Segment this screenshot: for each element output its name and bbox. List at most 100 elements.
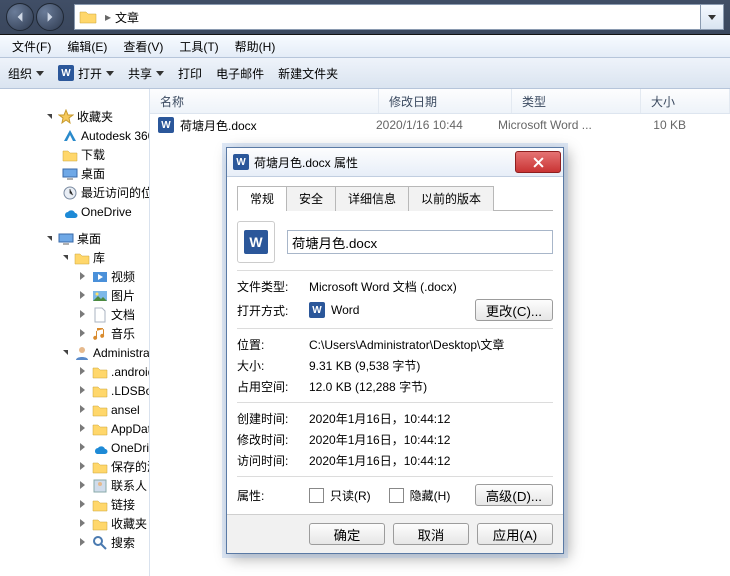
tab-details[interactable]: 详细信息 <box>335 186 409 211</box>
tree-downloads[interactable]: 下载 <box>40 145 149 164</box>
menu-bar: 文件(F) 编辑(E) 查看(V) 工具(T) 帮助(H) <box>0 35 730 58</box>
menu-file[interactable]: 文件(F) <box>6 36 57 57</box>
ok-button[interactable]: 确定 <box>309 523 385 545</box>
folder-icon <box>79 9 97 25</box>
chevron-down-icon <box>708 15 716 20</box>
tree-links[interactable]: 链接 <box>40 495 149 514</box>
tree-administrator[interactable]: Administrator <box>40 343 149 362</box>
filename-input[interactable] <box>287 230 553 254</box>
value-modified: 2020年1月16日，10:44:12 <box>309 431 553 448</box>
star-icon <box>58 109 74 125</box>
tree-ldsbox[interactable]: .LDSBoxHyperv <box>40 381 149 400</box>
dialog-titlebar[interactable]: W 荷塘月色.docx 属性 <box>227 148 563 177</box>
properties-dialog: W 荷塘月色.docx 属性 常规 安全 详细信息 以前的版本 W 文件类型:M… <box>226 147 564 554</box>
tree-onedrive[interactable]: OneDrive <box>40 202 149 221</box>
chevron-down-icon <box>156 71 164 76</box>
tree-music[interactable]: 音乐 <box>40 324 149 343</box>
toolbar: 组织 W打开 共享 打印 电子邮件 新建文件夹 <box>0 58 730 89</box>
toolbar-open[interactable]: W打开 <box>58 65 114 82</box>
tree-onedrive2[interactable]: OneDrive <box>40 438 149 457</box>
dialog-tabs: 常规 安全 详细信息 以前的版本 <box>237 185 553 211</box>
label-size: 大小: <box>237 357 309 374</box>
arrow-right-icon <box>44 11 56 23</box>
back-button[interactable] <box>6 3 34 31</box>
caret-icon <box>80 462 89 471</box>
col-date[interactable]: 修改日期 <box>379 89 512 113</box>
col-size[interactable]: 大小 <box>641 89 730 113</box>
label-location: 位置: <box>237 336 309 353</box>
dialog-footer: 确定 取消 应用(A) <box>227 514 563 553</box>
tree-savedgames[interactable]: 保存的游戏 <box>40 457 149 476</box>
libraries-icon <box>74 250 90 266</box>
close-button[interactable] <box>515 151 561 173</box>
label-openswith: 打开方式: <box>237 302 309 319</box>
menu-help[interactable]: 帮助(H) <box>229 36 282 57</box>
col-type[interactable]: 类型 <box>512 89 641 113</box>
breadcrumb-dropdown[interactable] <box>701 4 724 30</box>
cancel-button[interactable]: 取消 <box>393 523 469 545</box>
tree-videos[interactable]: 视频 <box>40 267 149 286</box>
tree-appdata[interactable]: AppData <box>40 419 149 438</box>
file-name: 荷塘月色.docx <box>180 117 376 134</box>
caret-icon <box>46 112 55 121</box>
value-size: 9.31 KB (9,538 字节) <box>309 357 553 374</box>
tree-pictures[interactable]: 图片 <box>40 286 149 305</box>
change-button[interactable]: 更改(C)... <box>475 299 553 321</box>
tree-desktop-root[interactable]: 桌面 <box>40 229 149 248</box>
menu-tools[interactable]: 工具(T) <box>173 36 224 57</box>
tree-favorites[interactable]: 收藏夹 <box>40 107 149 126</box>
toolbar-newfolder[interactable]: 新建文件夹 <box>278 65 338 82</box>
autodesk-icon <box>62 128 78 144</box>
desktop-icon <box>62 166 78 182</box>
toolbar-share[interactable]: 共享 <box>128 65 164 82</box>
forward-button[interactable] <box>36 3 64 31</box>
tab-security[interactable]: 安全 <box>286 186 336 211</box>
tree-favorites2[interactable]: 收藏夹 <box>40 514 149 533</box>
value-filetype: Microsoft Word 文档 (.docx) <box>309 278 553 295</box>
col-name[interactable]: 名称 <box>150 89 379 113</box>
readonly-checkbox[interactable] <box>309 488 324 503</box>
tree-documents[interactable]: 文档 <box>40 305 149 324</box>
tab-general[interactable]: 常规 <box>237 186 287 211</box>
tree-libraries[interactable]: 库 <box>40 248 149 267</box>
menu-view[interactable]: 查看(V) <box>117 36 169 57</box>
tree-recent[interactable]: 最近访问的位置 <box>40 183 149 202</box>
file-row[interactable]: W 荷塘月色.docx 2020/1/16 10:44 Microsoft Wo… <box>150 114 730 136</box>
video-icon <box>92 269 108 285</box>
contacts-icon <box>92 478 108 494</box>
toolbar-organize[interactable]: 组织 <box>8 65 44 82</box>
documents-icon <box>92 307 108 323</box>
word-icon: W <box>158 117 174 133</box>
toolbar-print[interactable]: 打印 <box>178 65 202 82</box>
tree-contacts[interactable]: 联系人 <box>40 476 149 495</box>
advanced-button[interactable]: 高级(D)... <box>475 484 553 506</box>
tab-previous[interactable]: 以前的版本 <box>408 186 494 211</box>
breadcrumb[interactable]: ▸ 文章 <box>74 4 701 30</box>
caret-icon <box>62 348 71 357</box>
value-location: C:\Users\Administrator\Desktop\文章 <box>309 336 553 353</box>
label-created: 创建时间: <box>237 410 309 427</box>
hidden-checkbox[interactable] <box>389 488 404 503</box>
readonly-label: 只读(R) <box>330 487 371 504</box>
folder-icon <box>92 421 108 437</box>
caret-icon <box>80 329 89 338</box>
label-accessed: 访问时间: <box>237 452 309 469</box>
file-type: Microsoft Word ... <box>498 118 616 132</box>
tree-ansel[interactable]: ansel <box>40 400 149 419</box>
toolbar-email[interactable]: 电子邮件 <box>216 65 264 82</box>
tree-autodesk[interactable]: Autodesk 360 <box>40 126 149 145</box>
word-icon: W <box>233 154 249 170</box>
user-icon <box>74 345 90 361</box>
tree-searches[interactable]: 搜索 <box>40 533 149 552</box>
tree-android[interactable]: .android <box>40 362 149 381</box>
caret-icon <box>80 538 89 547</box>
apply-button[interactable]: 应用(A) <box>477 523 553 545</box>
menu-edit[interactable]: 编辑(E) <box>61 36 113 57</box>
word-icon: W <box>244 230 268 254</box>
tree-desktop[interactable]: 桌面 <box>40 164 149 183</box>
folder-icon <box>92 383 108 399</box>
value-created: 2020年1月16日，10:44:12 <box>309 410 553 427</box>
column-headers: 名称 修改日期 类型 大小 <box>150 89 730 114</box>
folder-icon <box>92 516 108 532</box>
close-icon <box>533 157 544 168</box>
